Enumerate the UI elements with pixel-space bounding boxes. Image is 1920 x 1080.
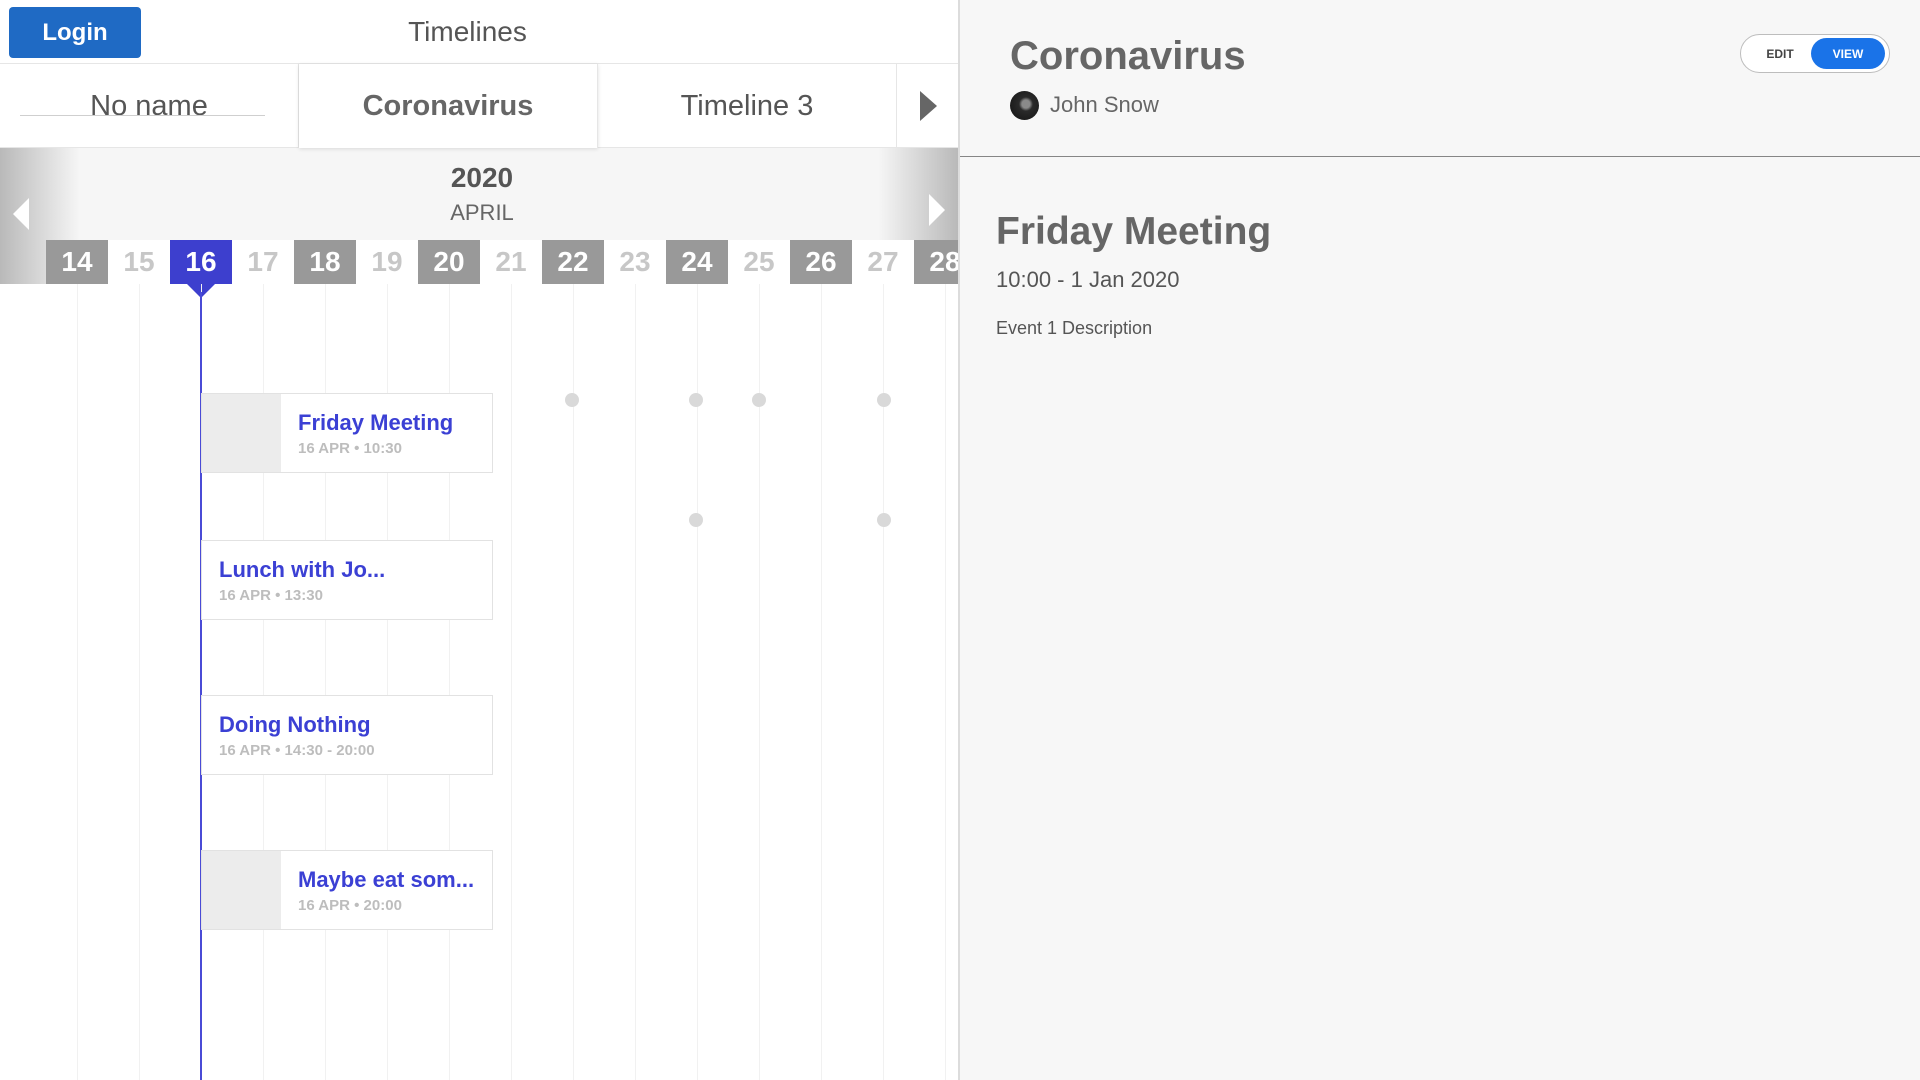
event-title: Doing Nothing	[219, 712, 371, 737]
timeline-tabs: No name Coronavirus Timeline 3	[0, 64, 958, 148]
day-23[interactable]: 23	[604, 240, 666, 284]
event-meta: 16 APR • 13:30	[219, 587, 323, 604]
day-14[interactable]: 14	[46, 240, 108, 284]
timeline-title: Coronavirus	[1010, 34, 1246, 78]
tab-label: Timeline 3	[680, 89, 814, 122]
month-label: APRIL	[450, 200, 514, 225]
day-15[interactable]: 15	[108, 240, 170, 284]
event-title: Maybe eat som...	[298, 867, 475, 892]
detail-divider	[960, 156, 1920, 157]
day-19[interactable]: 19	[356, 240, 418, 284]
event-card-doing-nothing[interactable]: Doing Nothing 16 APR • 14:30 - 20:00	[201, 695, 493, 775]
day-28[interactable]: 28	[914, 240, 958, 284]
event-title: Friday Meeting	[298, 410, 454, 435]
event-title: Lunch with Jo...	[219, 557, 386, 582]
tab-no-name[interactable]: No name	[0, 64, 299, 148]
event-thumbnail	[202, 851, 281, 929]
day-16[interactable]: 16	[170, 240, 232, 298]
avatar	[1010, 90, 1039, 120]
event-card-friday-meeting[interactable]: Friday Meeting 16 APR • 10:30	[201, 393, 493, 473]
next-date-arrow-icon[interactable]	[929, 194, 945, 226]
event-marker-dot[interactable]	[565, 393, 579, 407]
event-meta: 16 APR • 10:30	[298, 440, 402, 457]
event-meta: 16 APR • 14:30 - 20:00	[219, 742, 375, 759]
event-detail-title: Friday Meeting	[996, 210, 1272, 253]
tabs-next-button[interactable]	[899, 64, 958, 148]
detail-pane: Coronavirus John Snow EDIT VIEW Friday M…	[958, 0, 1920, 1080]
day-gridline	[821, 284, 822, 1080]
event-marker-dot[interactable]	[689, 393, 703, 407]
day-22[interactable]: 22	[542, 240, 604, 284]
timeline-pane: Login Timelines No name Coronavirus Time…	[0, 0, 958, 1080]
event-card-lunch[interactable]: Lunch with Jo... 16 APR • 13:30	[201, 540, 493, 620]
event-thumbnail	[202, 394, 281, 472]
event-detail-description: Event 1 Description	[996, 318, 1153, 338]
tab-label: No name	[90, 89, 208, 122]
view-mode-button[interactable]: VIEW	[1811, 38, 1885, 69]
edit-view-toggle: EDIT VIEW	[1740, 34, 1890, 73]
tab-coronavirus[interactable]: Coronavirus	[299, 64, 598, 148]
day-gridline	[635, 284, 636, 1080]
event-meta: 16 APR • 20:00	[298, 897, 402, 914]
event-detail-time: 10:00 - 1 Jan 2020	[996, 267, 1180, 292]
day-27[interactable]: 27	[852, 240, 914, 284]
day-gridline	[945, 284, 946, 1080]
author-name: John Snow	[1050, 92, 1159, 117]
author: John Snow	[1010, 90, 1159, 120]
tab-timeline-3[interactable]: Timeline 3	[598, 64, 897, 148]
caret-right-icon	[920, 91, 937, 121]
day-17[interactable]: 17	[232, 240, 294, 284]
day-24[interactable]: 24	[666, 240, 728, 284]
year-label: 2020	[450, 162, 514, 193]
tab-label: Coronavirus	[362, 89, 534, 122]
event-marker-dot[interactable]	[877, 393, 891, 407]
prev-date-arrow-icon[interactable]	[13, 198, 29, 230]
event-card-maybe-eat[interactable]: Maybe eat som... 16 APR • 20:00	[201, 850, 493, 930]
event-marker-dot[interactable]	[752, 393, 766, 407]
day-26[interactable]: 26	[790, 240, 852, 284]
day-18[interactable]: 18	[294, 240, 356, 284]
tab-name-underline	[20, 115, 265, 116]
day-strip: 14 15 16 17 18 19 20 21 22 23 24 25 26 27 28	[46, 240, 958, 298]
day-gridline	[511, 284, 512, 1080]
day-20[interactable]: 20	[418, 240, 480, 284]
event-marker-dot[interactable]	[877, 513, 891, 527]
day-25[interactable]: 25	[728, 240, 790, 284]
day-gridline	[139, 284, 140, 1080]
edit-mode-button[interactable]: EDIT	[1756, 35, 1804, 72]
day-21[interactable]: 21	[480, 240, 542, 284]
top-bar: Login Timelines	[0, 0, 958, 64]
app-title: Timelines	[408, 16, 527, 47]
event-marker-dot[interactable]	[689, 513, 703, 527]
day-gridline	[77, 284, 78, 1080]
login-button[interactable]: Login	[9, 7, 141, 58]
